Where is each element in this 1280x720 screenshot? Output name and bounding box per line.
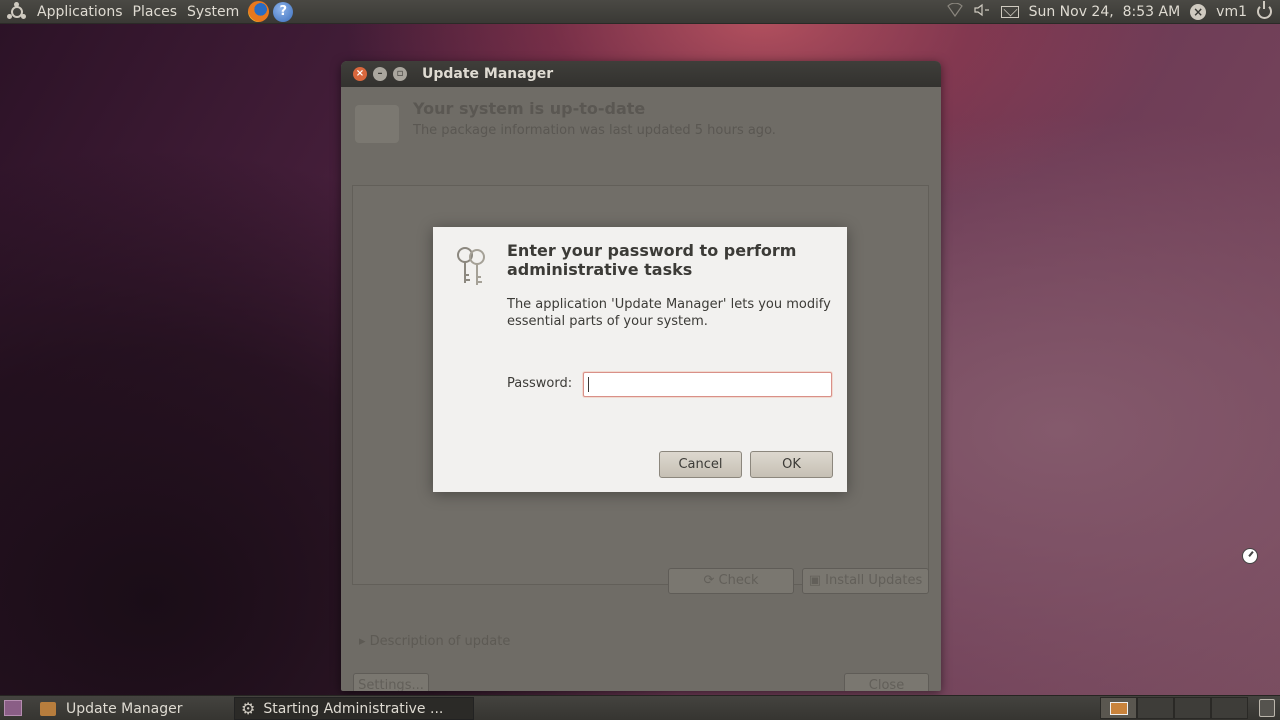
workspace-3[interactable]: [1174, 697, 1211, 719]
window-close-icon[interactable]: ×: [353, 67, 367, 81]
window-titlebar[interactable]: × – ▫ Update Manager: [341, 61, 941, 87]
password-input[interactable]: [583, 372, 832, 397]
show-desktop-icon[interactable]: [4, 700, 22, 716]
workspace-4[interactable]: [1211, 697, 1248, 719]
keys-icon: [451, 243, 491, 289]
close-button[interactable]: Close: [844, 673, 929, 691]
gear-icon: ⚙: [241, 699, 256, 718]
dialog-message: The application 'Update Manager' lets yo…: [507, 297, 831, 329]
window-maximize-icon[interactable]: ▫: [393, 67, 407, 81]
update-manager-icon: [40, 701, 56, 716]
install-icon: ▣: [808, 573, 826, 588]
power-icon[interactable]: [1257, 1, 1272, 19]
menu-system[interactable]: System: [182, 4, 244, 20]
install-updates-button[interactable]: ▣ Install Updates: [802, 568, 929, 594]
window-title: Update Manager: [422, 66, 554, 82]
settings-button[interactable]: Settings...: [353, 673, 429, 691]
taskbar-starting-admin[interactable]: ⚙ Starting Administrative ...: [234, 697, 474, 720]
ok-button[interactable]: OK: [750, 451, 833, 478]
status-subtext: The package information was last updated…: [413, 123, 776, 138]
network-icon[interactable]: [946, 2, 963, 21]
cancel-button[interactable]: Cancel: [659, 451, 742, 478]
status-heading: Your system is up-to-date: [413, 99, 646, 118]
workspace-switcher[interactable]: [1100, 697, 1248, 719]
bottom-panel: Update Manager ⚙ Starting Administrative…: [0, 695, 1280, 720]
user-status-icon[interactable]: ×: [1190, 3, 1207, 20]
taskbar-label: Update Manager: [66, 700, 183, 717]
package-icon: [355, 105, 399, 143]
taskbar-update-manager[interactable]: Update Manager: [34, 697, 232, 720]
workspace-1[interactable]: [1100, 697, 1137, 719]
firefox-icon[interactable]: [248, 1, 270, 22]
expander-icon: ▸: [359, 634, 370, 649]
clock[interactable]: Sun Nov 24, 8:53 AM: [1029, 4, 1181, 20]
password-dialog: Enter your password to perform administr…: [433, 227, 847, 492]
workspace-2[interactable]: [1137, 697, 1174, 719]
busy-cursor-icon: [1242, 548, 1258, 564]
window-minimize-icon[interactable]: –: [373, 67, 387, 81]
trash-icon[interactable]: [1259, 699, 1275, 717]
dialog-heading: Enter your password to perform administr…: [507, 241, 797, 279]
help-icon[interactable]: ?: [273, 1, 294, 22]
password-label: Password:: [507, 376, 573, 391]
description-expander[interactable]: ▸ Description of update: [359, 634, 510, 649]
refresh-icon: ⟳: [703, 573, 719, 588]
volume-icon[interactable]: [973, 3, 991, 21]
text-cursor: [588, 377, 589, 392]
user-name[interactable]: vm1: [1216, 4, 1247, 20]
mail-icon[interactable]: [1000, 5, 1019, 18]
check-button[interactable]: ⟳ Check: [668, 568, 794, 594]
top-panel: Applications Places System ? Sun Nov 24,…: [0, 0, 1280, 24]
taskbar-label: Starting Administrative ...: [263, 700, 444, 717]
menu-applications[interactable]: Applications: [32, 4, 128, 20]
ubuntu-logo-icon[interactable]: [7, 1, 26, 21]
menu-places[interactable]: Places: [128, 4, 183, 20]
